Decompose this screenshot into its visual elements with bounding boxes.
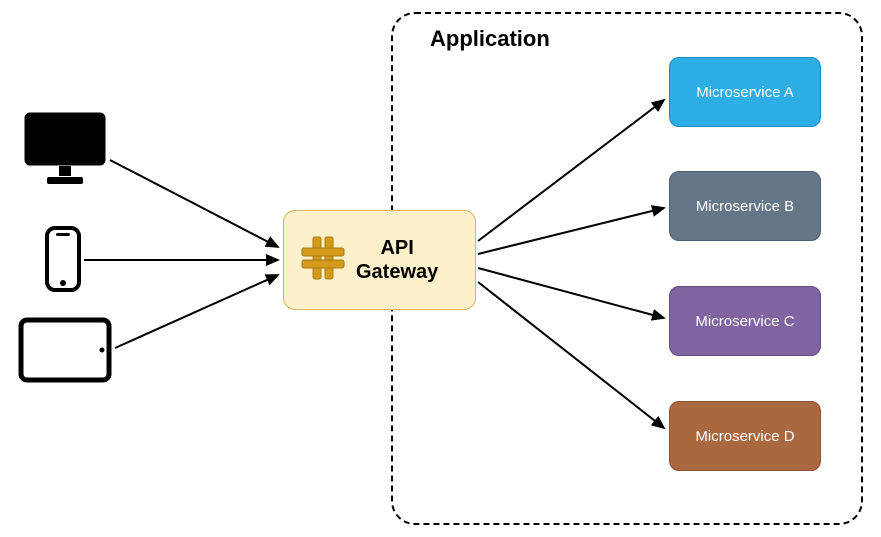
microservice-a-label: Microservice A: [696, 84, 794, 101]
microservice-c-label: Microservice C: [695, 313, 794, 330]
microservice-d: Microservice D: [669, 401, 821, 471]
tablet-icon: [18, 317, 112, 388]
desktop-icon: [23, 111, 107, 192]
api-gateway-label: API Gateway: [356, 236, 438, 284]
gateway-label-line1: API: [380, 237, 413, 259]
diagram-canvas: Application API Gateway Microservice A M…: [0, 0, 881, 537]
arrow-desktop-to-gateway: [110, 160, 278, 247]
gateway-label-line2: Gateway: [356, 261, 438, 283]
application-title: Application: [430, 26, 550, 52]
microservice-a: Microservice A: [669, 57, 821, 127]
arrow-tablet-to-gateway: [115, 275, 278, 348]
gateway-icon: [298, 233, 348, 288]
microservice-b-label: Microservice B: [696, 198, 794, 215]
microservice-d-label: Microservice D: [695, 428, 794, 445]
api-gateway: API Gateway: [283, 210, 476, 310]
microservice-b: Microservice B: [669, 171, 821, 241]
microservice-c: Microservice C: [669, 286, 821, 356]
phone-icon: [45, 226, 81, 297]
